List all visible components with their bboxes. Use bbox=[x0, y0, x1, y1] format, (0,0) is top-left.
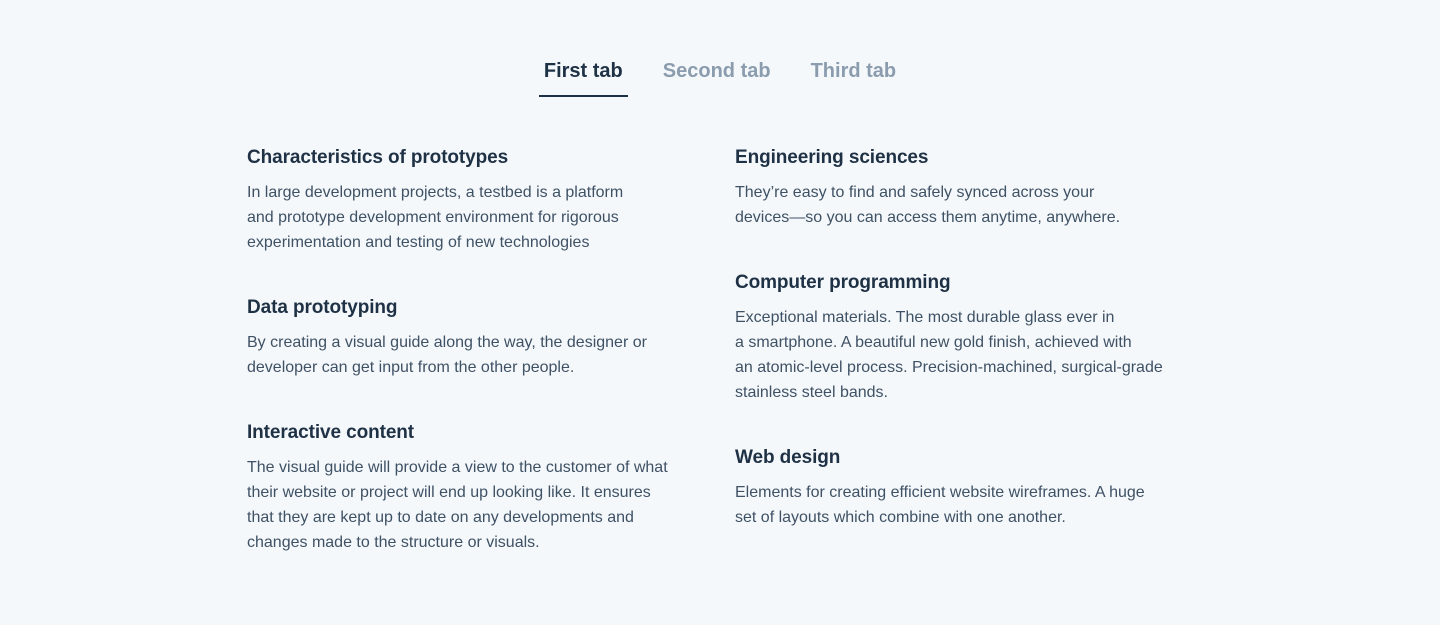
right-column: Engineering sciences They’re easy to fin… bbox=[735, 146, 1195, 571]
feature-item: Data prototyping By creating a visual gu… bbox=[247, 296, 707, 380]
feature-title: Web design bbox=[735, 447, 841, 468]
feature-description: Exceptional materials. The most durable … bbox=[735, 309, 1163, 401]
feature-title: Engineering sciences bbox=[735, 147, 929, 168]
feature-title: Interactive content bbox=[247, 422, 415, 443]
feature-item: Characteristics of prototypes In large d… bbox=[247, 146, 707, 255]
feature-item: Computer programming Exceptional materia… bbox=[735, 271, 1195, 405]
feature-title: Computer programming bbox=[735, 272, 951, 293]
tab-first[interactable]: First tab bbox=[538, 58, 628, 97]
feature-description: The visual guide will provide a view to … bbox=[247, 459, 668, 551]
feature-title: Data prototyping bbox=[247, 297, 398, 318]
feature-description: Elements for creating efficient website … bbox=[735, 484, 1145, 526]
feature-description: They’re easy to find and safely synced a… bbox=[735, 184, 1121, 226]
tab-second[interactable]: Second tab bbox=[663, 58, 771, 97]
feature-item: Web design Elements for creating efficie… bbox=[735, 446, 1195, 530]
feature-item: Engineering sciences They’re easy to fin… bbox=[735, 146, 1195, 230]
tab-bar: First tab Second tab Third tab bbox=[0, 58, 1440, 97]
feature-description: By creating a visual guide along the way… bbox=[247, 334, 647, 376]
feature-title: Characteristics of prototypes bbox=[247, 147, 509, 168]
feature-item: Interactive content The visual guide wil… bbox=[247, 421, 707, 555]
tab-third[interactable]: Third tab bbox=[811, 58, 897, 97]
feature-description: In large development projects, a testbed… bbox=[247, 184, 624, 251]
left-column: Characteristics of prototypes In large d… bbox=[247, 146, 707, 596]
